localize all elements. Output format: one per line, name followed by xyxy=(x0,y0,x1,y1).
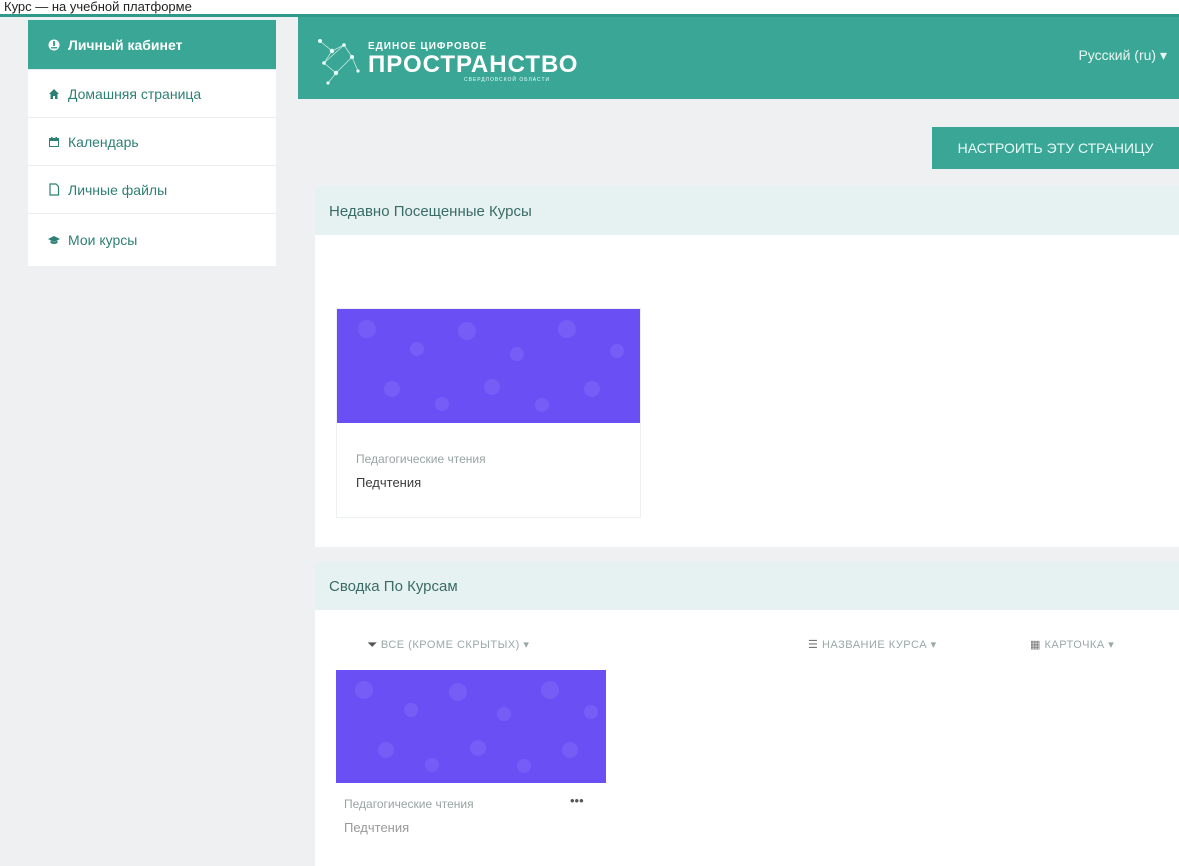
grid-icon: ▦ xyxy=(1030,639,1041,651)
course-category: Педагогические чтения xyxy=(356,452,486,466)
graduation-cap-icon xyxy=(46,234,62,246)
course-image[interactable] xyxy=(337,309,640,423)
sort-dropdown[interactable]: ☰ НАЗВАНИЕ КУРСА ▾ xyxy=(808,638,937,651)
sidebar-item-calendar[interactable]: Календарь xyxy=(28,118,276,166)
course-name-link[interactable]: Педчтения xyxy=(344,820,409,835)
home-icon xyxy=(46,88,62,100)
sidebar-item-my-courses[interactable]: Мои курсы xyxy=(28,214,276,266)
filter-dropdown[interactable]: ⏷ ВСЕ (КРОМЕ СКРЫТЫХ) ▾ xyxy=(368,638,529,652)
sidebar-item-home[interactable]: Домашняя страница xyxy=(28,70,276,118)
logo-line-3: СВЕРДЛОВСКОЙ ОБЛАСТИ xyxy=(464,77,551,83)
sidebar-nav: Личный кабинет Домашняя страница Календа… xyxy=(28,20,276,266)
course-actions-menu[interactable]: ••• xyxy=(570,793,584,808)
sort-label: НАЗВАНИЕ КУРСА ▾ xyxy=(821,639,937,651)
recent-courses-block: Недавно Посещенные Курсы Педагогические … xyxy=(315,187,1179,547)
sidebar-item-files[interactable]: Личные файлы xyxy=(28,166,276,214)
site-logo[interactable]: ЕДИНОЕ ЦИФРОВОЕ ПРОСТРАНСТВО СВЕРДЛОВСКО… xyxy=(314,27,584,89)
sidebar-item-dashboard[interactable]: Личный кабинет xyxy=(28,20,276,70)
sidebar-item-label: Домашняя страница xyxy=(68,85,202,102)
sidebar-item-label: Личные файлы xyxy=(68,181,168,198)
site-header: ЕДИНОЕ ЦИФРОВОЕ ПРОСТРАНСТВО СВЕРДЛОВСКО… xyxy=(298,17,1179,99)
course-name-link[interactable]: Педчтения xyxy=(356,475,421,490)
sidebar-item-label: Личный кабинет xyxy=(68,36,183,53)
sidebar-item-label: Календарь xyxy=(68,133,139,150)
course-overview-block: Сводка По Курсам ⏷ ВСЕ (КРОМЕ СКРЫТЫХ) ▾… xyxy=(315,562,1179,866)
dashboard-icon xyxy=(46,39,62,51)
language-selector[interactable]: Русский (ru) ▾ xyxy=(1078,47,1167,64)
filter-icon: ⏷ xyxy=(368,639,378,651)
view-dropdown[interactable]: ▦ КАРТОЧКА ▾ xyxy=(1030,638,1114,651)
logo-network-icon xyxy=(318,39,360,85)
sidebar-item-label: Мои курсы xyxy=(68,232,138,248)
course-image[interactable] xyxy=(336,670,606,783)
course-overview-title: Сводка По Курсам xyxy=(315,562,1179,610)
customize-page-button[interactable]: НАСТРОИТЬ ЭТУ СТРАНИЦУ xyxy=(932,127,1179,169)
logo-line-2: ПРОСТРАНСТВО xyxy=(368,51,579,78)
course-category: Педагогические чтения xyxy=(344,797,474,811)
view-label: КАРТОЧКА ▾ xyxy=(1044,639,1115,651)
calendar-icon xyxy=(46,136,62,148)
file-icon xyxy=(46,183,62,196)
recent-courses-title: Недавно Посещенные Курсы xyxy=(315,187,1179,235)
top-strip-text: Курс — на учебной платформе xyxy=(4,0,192,14)
sort-icon: ☰ xyxy=(808,639,819,651)
filter-label: ВСЕ (КРОМЕ СКРЫТЫХ) ▾ xyxy=(380,639,530,651)
recent-course-card[interactable]: Педагогические чтения Педчтения xyxy=(336,308,641,518)
overview-course-card[interactable]: Педагогические чтения ••• Педчтения xyxy=(336,670,606,866)
